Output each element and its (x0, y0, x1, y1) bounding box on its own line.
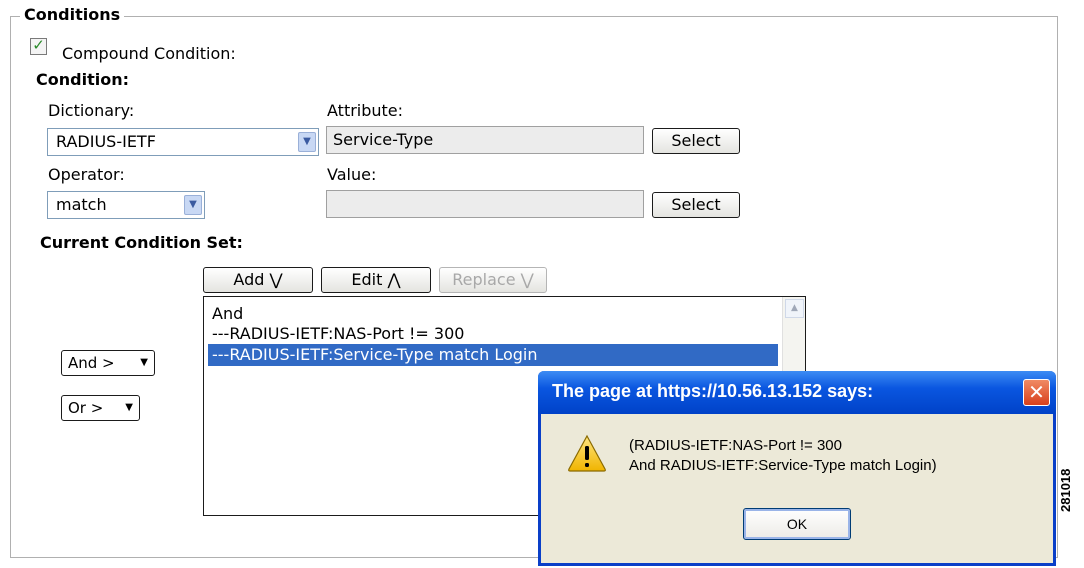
or-operator-label: Or > (68, 399, 104, 417)
dictionary-label: Dictionary: (48, 101, 135, 120)
dictionary-select[interactable]: RADIUS-IETF ▼ (47, 128, 319, 156)
chevron-down-icon[interactable]: ▼ (298, 132, 316, 152)
dialog-message-line-2: And RADIUS-IETF:Service-Type match Login… (629, 457, 937, 474)
dialog-titlebar[interactable]: The page at https://10.56.13.152 says: ✕ (538, 371, 1056, 414)
value-label: Value: (327, 165, 377, 184)
add-button[interactable]: Add ⋁ (203, 267, 313, 293)
list-item-selected[interactable]: ---RADIUS-IETF:Service-Type match Login (208, 344, 778, 366)
attribute-field[interactable]: Service-Type (326, 126, 644, 154)
compound-condition-label: Compound Condition: (62, 44, 236, 63)
checkmark-icon: ✓ (32, 36, 45, 54)
or-operator-select[interactable]: Or > ▼ (61, 395, 140, 421)
list-item[interactable]: And (212, 303, 243, 325)
warning-icon (568, 434, 606, 472)
chevron-down-icon[interactable]: ▼ (184, 195, 202, 215)
attribute-select-button[interactable]: Select (652, 128, 740, 154)
replace-button[interactable]: Replace ⋁ (439, 267, 547, 293)
and-operator-label: And > (68, 354, 115, 372)
value-select-button[interactable]: Select (652, 192, 740, 218)
condition-heading: Condition: (36, 70, 129, 89)
dictionary-value: RADIUS-IETF (56, 132, 156, 151)
chevron-down-icon: ▼ (140, 357, 148, 368)
alert-dialog: The page at https://10.56.13.152 says: ✕… (538, 371, 1056, 566)
attribute-label: Attribute: (327, 101, 404, 120)
and-operator-select[interactable]: And > ▼ (61, 350, 155, 376)
value-field[interactable] (326, 190, 644, 218)
operator-value: match (56, 195, 107, 214)
operator-select[interactable]: match ▼ (47, 191, 205, 219)
dialog-message-line-1: (RADIUS-IETF:NAS-Port != 300 (629, 437, 842, 454)
close-icon[interactable]: ✕ (1023, 379, 1050, 406)
compound-condition-checkbox[interactable]: ✓ (30, 36, 47, 55)
list-item[interactable]: ---RADIUS-IETF:NAS-Port != 300 (212, 323, 464, 345)
chevron-down-icon: ▼ (125, 402, 133, 413)
figure-id: 281018 (1058, 468, 1073, 512)
dialog-title: The page at https://10.56.13.152 says: (552, 381, 874, 401)
current-condition-set-heading: Current Condition Set: (40, 233, 243, 252)
scroll-up-icon[interactable]: ▲ (785, 299, 804, 318)
operator-label: Operator: (48, 165, 125, 184)
section-title: Conditions (20, 5, 125, 24)
edit-button[interactable]: Edit ⋀ (321, 267, 431, 293)
ok-button[interactable]: OK (743, 508, 851, 540)
